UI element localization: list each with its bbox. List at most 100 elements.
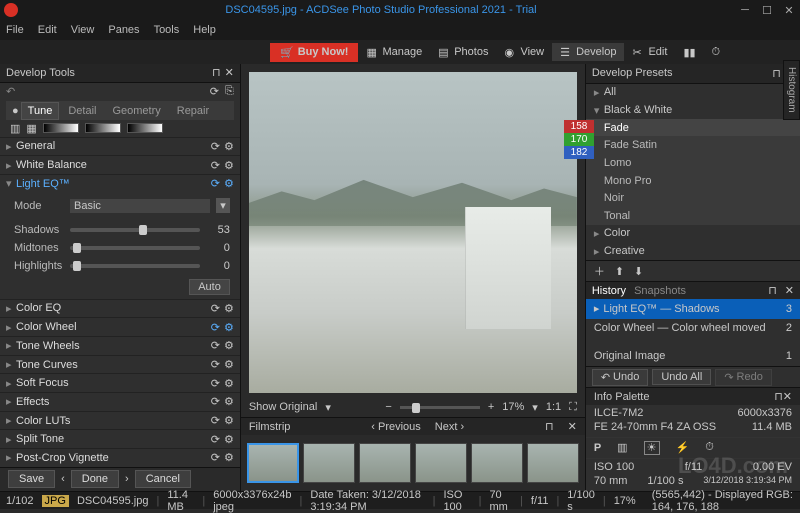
done-button[interactable]: Done — [71, 470, 119, 488]
buy-now-button[interactable]: 🛒 Buy Now! — [270, 43, 358, 62]
reset-icon[interactable]: ⟳ — [211, 451, 220, 464]
history-row[interactable]: ▸Light EQ™ — Shadows3 — [586, 299, 800, 319]
gear-icon[interactable]: ⚙ — [224, 414, 234, 427]
preset-group-all[interactable]: ▸All — [586, 84, 800, 102]
chevron-down-icon[interactable]: ▾ — [325, 401, 331, 414]
undo-button[interactable]: ↶Undo — [592, 369, 649, 386]
thumbnail[interactable] — [415, 443, 467, 483]
chevron-right-icon[interactable]: › — [125, 473, 129, 485]
tab-tune[interactable]: Tune — [21, 102, 60, 120]
zoom-slider[interactable] — [400, 406, 480, 409]
reset-icon[interactable]: ⟳ — [211, 140, 220, 153]
gear-icon[interactable]: ⚙ — [224, 433, 234, 446]
preset-fade[interactable]: Fade — [586, 119, 800, 137]
thumbnail[interactable] — [471, 443, 523, 483]
section-light-eq[interactable]: ▾Light EQ™⟳⚙ — [0, 174, 240, 193]
pin-icon[interactable]: ⊓ — [545, 420, 554, 433]
preset-lomo[interactable]: Lomo — [586, 154, 800, 172]
gradient-swatch[interactable] — [85, 123, 121, 133]
history-row[interactable]: Color Wheel — Color wheel moved2 — [586, 319, 800, 339]
close-button[interactable]: ✕ — [782, 3, 796, 17]
preset-mono-pro[interactable]: Mono Pro — [586, 172, 800, 190]
section-color-eq[interactable]: ▸Color EQ⟳⚙ — [0, 299, 240, 318]
image-viewport[interactable] — [249, 72, 577, 393]
close-icon[interactable]: ✕ — [783, 390, 792, 403]
next-button[interactable]: Next › — [435, 421, 464, 433]
menu-help[interactable]: Help — [193, 24, 216, 36]
section-white-balance[interactable]: ▸White Balance⟳⚙ — [0, 155, 240, 174]
reset-icon[interactable]: ⟳ — [211, 177, 220, 190]
menu-edit[interactable]: Edit — [38, 24, 57, 36]
close-icon[interactable]: ✕ — [568, 420, 577, 433]
minimize-button[interactable]: ─ — [738, 3, 752, 17]
highlights-slider[interactable] — [70, 264, 200, 268]
gear-icon[interactable]: ⚙ — [224, 358, 234, 371]
tab-history[interactable]: History — [592, 285, 626, 297]
close-panel-icon[interactable]: ✕ — [225, 66, 234, 79]
pin-icon[interactable]: ⊓ — [212, 66, 221, 79]
pin-icon[interactable]: ⊓ — [772, 67, 781, 80]
scale-icon[interactable]: ▥ — [10, 122, 20, 135]
section-general[interactable]: ▸General⟳⚙ — [0, 137, 240, 156]
reset-icon[interactable]: ⟳ — [211, 321, 220, 334]
tab-snapshots[interactable]: Snapshots — [634, 285, 686, 297]
thumbnail[interactable] — [247, 443, 299, 483]
mode-dropdown[interactable]: Basic — [70, 199, 210, 213]
thumbnail[interactable] — [359, 443, 411, 483]
reset-icon[interactable]: ⟳ — [211, 159, 220, 172]
history-row[interactable]: Original Image1 — [586, 346, 800, 366]
zoom-out-icon[interactable]: − — [385, 401, 391, 413]
gear-icon[interactable]: ⚙ — [224, 140, 234, 153]
preset-group-bw[interactable]: ▾Black & White — [586, 101, 800, 119]
maximize-button[interactable]: ☐ — [760, 3, 774, 17]
thumbnail[interactable] — [303, 443, 355, 483]
preset-tonal[interactable]: Tonal — [586, 207, 800, 225]
mode-365[interactable]: ▮▮ — [675, 43, 703, 61]
zoom-in-icon[interactable]: + — [488, 401, 494, 413]
section-tone-wheels[interactable]: ▸Tone Wheels⟳⚙ — [0, 336, 240, 355]
section-effects[interactable]: ▸Effects⟳⚙ — [0, 392, 240, 411]
import-icon[interactable]: ⬇ — [634, 265, 643, 278]
gear-icon[interactable]: ⚙ — [224, 395, 234, 408]
refresh-icon[interactable]: ⟳ — [210, 85, 219, 98]
gear-icon[interactable]: ⚙ — [224, 451, 234, 464]
preset-group-color[interactable]: ▸Color — [586, 225, 800, 243]
menu-tools[interactable]: Tools — [154, 24, 180, 36]
tab-repair[interactable]: Repair — [170, 102, 216, 120]
reset-icon[interactable]: ⟳ — [211, 377, 220, 390]
mode-dashboard[interactable]: ⏱ — [703, 43, 731, 61]
histogram-tab[interactable]: Histogram — [783, 60, 800, 120]
section-split-tone[interactable]: ▸Split Tone⟳⚙ — [0, 429, 240, 448]
gradient-swatch[interactable] — [127, 123, 163, 133]
export-icon[interactable]: ⬆ — [615, 265, 624, 278]
menu-panes[interactable]: Panes — [108, 24, 139, 36]
mode-develop[interactable]: ☰Develop — [552, 43, 624, 61]
thumbnail[interactable] — [527, 443, 579, 483]
mode-manage[interactable]: ▦Manage — [358, 43, 430, 61]
chevron-down-icon[interactable]: ▾ — [216, 198, 230, 213]
show-original-button[interactable]: Show Original — [249, 401, 317, 413]
chevron-down-icon[interactable]: ▾ — [532, 401, 538, 414]
add-icon[interactable]: ＋ — [594, 263, 605, 279]
reset-icon[interactable]: ⟳ — [211, 414, 220, 427]
close-icon[interactable]: ✕ — [785, 284, 794, 297]
pin-icon[interactable]: ⊓ — [774, 390, 783, 403]
mode-photos[interactable]: ▤Photos — [430, 43, 496, 61]
save-button[interactable]: Save — [8, 470, 55, 488]
menu-view[interactable]: View — [71, 24, 95, 36]
midtones-slider[interactable] — [70, 246, 200, 250]
chevron-left-icon[interactable]: ‹ — [61, 473, 65, 485]
gear-icon[interactable]: ⚙ — [224, 377, 234, 390]
mode-view[interactable]: ◉View — [496, 43, 552, 61]
pattern-icon[interactable]: ▦ — [26, 122, 36, 135]
gradient-swatch[interactable] — [43, 123, 79, 133]
zoom-ratio[interactable]: 1:1 — [546, 401, 561, 413]
section-color-wheel[interactable]: ▸Color Wheel⟳⚙ — [0, 317, 240, 336]
export-icon[interactable]: ⎘ — [225, 85, 234, 98]
tab-detail[interactable]: Detail — [61, 102, 103, 120]
fit-icon[interactable]: ⛶ — [569, 401, 577, 414]
undo-arrow-icon[interactable]: ↶ — [6, 85, 15, 98]
preset-fade-satin[interactable]: Fade Satin — [586, 136, 800, 154]
gear-icon[interactable]: ⚙ — [224, 177, 234, 190]
section-vignette[interactable]: ▸Post-Crop Vignette⟳⚙ — [0, 448, 240, 467]
